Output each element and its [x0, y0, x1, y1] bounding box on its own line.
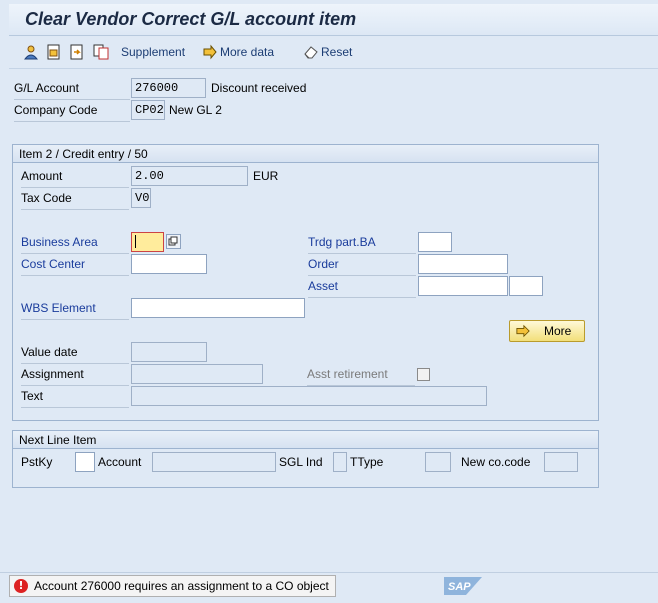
asset-label: Asset — [308, 279, 339, 293]
status-message[interactable]: ! Account 276000 requires an assignment … — [9, 575, 336, 597]
cost-center-label: Cost Center — [21, 257, 86, 271]
asst-retirement-checkbox[interactable] — [417, 368, 430, 381]
cost-center-field[interactable] — [131, 254, 207, 274]
gl-account-description: Discount received — [211, 81, 307, 95]
text-field[interactable] — [131, 386, 487, 406]
more-data-label: More data — [220, 45, 275, 59]
title-bar: Clear Vendor Correct G/L account item — [9, 4, 658, 36]
document-arrow-button[interactable] — [69, 43, 85, 61]
tax-code-label: Tax Code — [21, 191, 72, 205]
label-underline — [14, 99, 130, 100]
label-underline — [21, 187, 129, 188]
trdg-part-ba-label: Trdg part.BA — [308, 235, 376, 249]
label-underline — [21, 407, 129, 408]
reset-label: Reset — [321, 45, 353, 59]
assignment-field[interactable] — [131, 364, 263, 384]
order-label: Order — [308, 257, 339, 271]
wbs-element-label: WBS Element — [21, 301, 96, 315]
person-icon — [23, 45, 39, 60]
eraser-icon — [304, 46, 318, 59]
document-arrow-icon — [70, 44, 83, 60]
wbs-element-field[interactable] — [131, 298, 305, 318]
application-toolbar: Supplement More data Reset — [9, 37, 658, 69]
asst-retirement-label: Asst retirement — [307, 367, 388, 381]
more-button-label: More — [544, 324, 572, 338]
document-save-icon — [47, 44, 60, 60]
main-content: G/L Account 276000 Discount received Com… — [9, 70, 658, 572]
label-underline — [21, 253, 129, 254]
pstky-label: PstKy — [21, 455, 53, 469]
business-area-field[interactable] — [131, 232, 164, 252]
label-underline — [21, 319, 129, 320]
value-date-field[interactable] — [131, 342, 207, 362]
label-underline — [308, 297, 416, 298]
item-group-title: Item 2 / Credit entry / 50 — [13, 145, 598, 163]
supplement-label: Supplement — [121, 45, 186, 59]
status-message-text: Account 276000 requires an assignment to… — [34, 579, 329, 593]
tax-code-field[interactable]: V0 — [131, 188, 151, 208]
new-co-code-label: New co.code — [461, 455, 531, 469]
sap-logo-text: SAP — [448, 581, 471, 593]
order-field[interactable] — [418, 254, 508, 274]
copy-icon — [93, 44, 109, 60]
supplement-button[interactable]: Supplement — [121, 43, 185, 61]
page-title: Clear Vendor Correct G/L account item — [25, 9, 357, 29]
label-underline — [308, 253, 416, 254]
value-help-icon — [168, 236, 178, 246]
label-underline — [21, 275, 129, 276]
currency-label: EUR — [253, 169, 279, 183]
assignment-label: Assignment — [21, 367, 84, 381]
label-underline — [14, 121, 130, 122]
company-code-label: Company Code — [14, 103, 98, 117]
text-cursor — [135, 235, 136, 249]
pstky-field[interactable] — [75, 452, 95, 472]
label-underline — [21, 385, 129, 386]
account-field[interactable] — [152, 452, 276, 472]
asset-field[interactable] — [418, 276, 508, 296]
arrow-right-icon — [516, 324, 530, 338]
amount-field[interactable]: 2.00 — [131, 166, 248, 186]
reset-button[interactable]: Reset — [303, 43, 352, 61]
error-icon: ! — [14, 579, 28, 593]
sap-logo: SAP — [444, 577, 482, 595]
business-area-label: Business Area — [21, 235, 98, 249]
label-underline — [21, 209, 129, 210]
save-document-button[interactable] — [46, 43, 62, 61]
person-icon-button[interactable] — [23, 43, 39, 61]
value-help-button[interactable] — [166, 234, 181, 249]
more-data-button[interactable]: More data — [202, 43, 274, 61]
account-label: Account — [98, 455, 142, 469]
status-bar: ! Account 276000 requires an assignment … — [0, 572, 658, 603]
text-label: Text — [21, 389, 44, 403]
sgl-ind-field[interactable] — [333, 452, 347, 472]
amount-label: Amount — [21, 169, 63, 183]
sgl-ind-label: SGL Ind — [279, 455, 323, 469]
ttype-field[interactable] — [425, 452, 451, 472]
next-line-item-title: Next Line Item — [13, 431, 598, 449]
trdg-part-ba-field[interactable] — [418, 232, 452, 252]
value-date-label: Value date — [21, 345, 78, 359]
gl-account-label: G/L Account — [14, 81, 79, 95]
company-code-field[interactable]: CP02 — [131, 100, 165, 120]
more-button[interactable]: More — [509, 320, 585, 342]
label-underline — [21, 363, 129, 364]
new-co-code-field[interactable] — [544, 452, 578, 472]
ttype-label: TType — [350, 455, 384, 469]
copy-button[interactable] — [93, 43, 109, 61]
gl-account-field[interactable]: 276000 — [131, 78, 206, 98]
company-code-description: New GL 2 — [169, 103, 222, 117]
label-underline — [308, 275, 416, 276]
asset-subnumber-field[interactable] — [509, 276, 543, 296]
arrow-right-icon — [203, 44, 217, 60]
